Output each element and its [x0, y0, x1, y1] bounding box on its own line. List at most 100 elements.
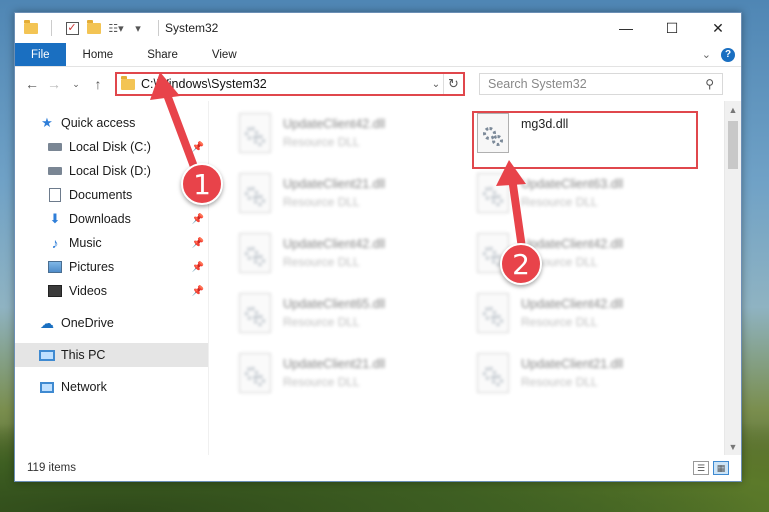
navigation-pane: ★ Quick access Local Disk (C:) 📌 Local D… [15, 101, 209, 455]
chevron-down-icon[interactable]: ⌄ [702, 48, 711, 61]
address-path[interactable]: C:\Windows\System32 [141, 77, 429, 91]
properties-icon[interactable]: ☷▾ [108, 20, 124, 36]
file-item[interactable]: UpdateClient21.dll Resource DLL [239, 173, 459, 229]
nav-item-label: Network [61, 380, 107, 394]
search-input[interactable]: Search System32 ⚲ [479, 73, 723, 95]
refresh-icon[interactable]: ↻ [443, 74, 463, 94]
nav-item-local-disk-d[interactable]: Local Disk (D:) [15, 159, 208, 183]
nav-item-label: OneDrive [61, 316, 114, 330]
dll-file-icon [239, 173, 271, 213]
details-view-icon[interactable]: ☰ [693, 461, 709, 475]
nav-item-documents[interactable]: Documents [15, 183, 208, 207]
title-bar: ✓ ☷▾ ▾ System32 — ☐ ✕ [15, 13, 741, 43]
file-item[interactable]: UpdateClient42.dll Resource DLL [239, 113, 459, 169]
tab-share[interactable]: Share [130, 43, 195, 66]
file-type: Resource DLL [521, 195, 598, 209]
tab-view[interactable]: View [195, 43, 254, 66]
dll-file-icon [239, 233, 271, 273]
back-arrow-icon[interactable]: ← [21, 76, 43, 92]
customize-toolbar-icon[interactable]: ▾ [130, 20, 146, 36]
file-item[interactable]: UpdateClient42.dll Resource DLL [477, 293, 697, 349]
file-list: mg3d.dll UpdateClient42.dll Resource DLL … [209, 101, 724, 455]
tab-home[interactable]: Home [66, 43, 131, 66]
highlight-box [472, 111, 698, 169]
pictures-icon [47, 259, 63, 275]
nav-item-videos[interactable]: Videos 📌 [15, 279, 208, 303]
nav-item-pictures[interactable]: Pictures 📌 [15, 255, 208, 279]
nav-item-label: Documents [69, 188, 133, 202]
this-pc-icon [39, 347, 55, 363]
recent-locations-icon[interactable]: ⌄ [65, 79, 87, 90]
file-type: Resource DLL [283, 375, 360, 389]
file-name: UpdateClient21.dll [521, 357, 624, 371]
nav-item-music[interactable]: ♪ Music 📌 [15, 231, 208, 255]
forward-arrow-icon[interactable]: → [43, 76, 65, 92]
nav-item-label: Pictures [69, 260, 115, 274]
file-item[interactable]: UpdateClient63.dll Resource DLL [477, 173, 697, 229]
maximize-button[interactable]: ☐ [649, 13, 695, 43]
minimize-button[interactable]: — [603, 13, 649, 43]
nav-item-label: Videos [69, 284, 107, 298]
file-type: Resource DLL [521, 315, 598, 329]
file-type: Resource DLL [283, 195, 360, 209]
folder-icon [23, 19, 39, 36]
divider [158, 20, 159, 36]
tab-file[interactable]: File [15, 43, 66, 66]
dll-file-icon [477, 353, 509, 393]
file-type: Resource DLL [283, 315, 360, 329]
large-icons-view-icon[interactable]: ▦ [713, 461, 729, 475]
file-name: UpdateClient21.dll [283, 177, 386, 191]
folder-icon [121, 75, 135, 90]
chevron-down-icon[interactable]: ⌄ [429, 79, 443, 90]
dll-file-icon [239, 113, 271, 153]
nav-item-network[interactable]: Network [15, 375, 208, 399]
new-folder-icon[interactable] [86, 19, 102, 36]
scroll-thumb[interactable] [728, 121, 738, 169]
dll-file-icon [239, 293, 271, 333]
file-item[interactable]: UpdateClient42.dll Resource DLL [239, 233, 459, 289]
file-item[interactable]: UpdateClient21.dll Resource DLL [477, 353, 697, 409]
file-item[interactable]: UpdateClient65.dll Resource DLL [239, 293, 459, 349]
status-bar: 119 items ☰ ▦ [15, 455, 741, 481]
documents-icon [47, 187, 63, 203]
file-explorer-window: ✓ ☷▾ ▾ System32 — ☐ ✕ File Home Share Vi… [14, 12, 742, 482]
file-name: UpdateClient42.dll [521, 297, 624, 311]
file-name: UpdateClient42.dll [283, 117, 386, 131]
up-arrow-icon[interactable]: ↑ [87, 76, 109, 92]
ribbon-tabs: File Home Share View ⌄ ? [15, 43, 741, 67]
nav-item-label: Local Disk (D:) [69, 164, 151, 178]
divider [51, 20, 52, 36]
vertical-scrollbar[interactable]: ▲ ▼ [724, 101, 741, 455]
file-item[interactable]: UpdateClient21.dll Resource DLL [239, 353, 459, 409]
nav-item-label: Quick access [61, 116, 136, 130]
close-button[interactable]: ✕ [695, 13, 741, 43]
nav-item-label: Local Disk (C:) [69, 140, 151, 154]
step-2-badge: 2 [500, 243, 542, 285]
music-icon: ♪ [51, 235, 59, 251]
drive-icon [47, 139, 63, 155]
step-1-badge: 1 [181, 163, 223, 205]
ribbon-right: ⌄ ? [702, 43, 741, 66]
properties-check-icon[interactable]: ✓ [64, 20, 80, 36]
nav-item-quick-access[interactable]: ★ Quick access [15, 111, 208, 135]
nav-item-local-disk-c[interactable]: Local Disk (C:) 📌 [15, 135, 208, 159]
search-icon: ⚲ [705, 77, 714, 91]
pin-icon: 📌 [191, 237, 204, 249]
scroll-up-icon[interactable]: ▲ [725, 101, 741, 118]
item-count: 119 items [27, 462, 77, 474]
address-bar[interactable]: C:\Windows\System32 ⌄ ↻ [115, 72, 465, 96]
file-name: UpdateClient21.dll [283, 357, 386, 371]
nav-item-onedrive[interactable]: ☁ OneDrive [15, 311, 208, 335]
star-icon: ★ [41, 115, 53, 130]
help-icon[interactable]: ? [721, 47, 735, 62]
nav-item-this-pc[interactable]: This PC [15, 343, 208, 367]
onedrive-icon: ☁ [40, 314, 54, 331]
nav-item-downloads[interactable]: ⬇ Downloads 📌 [15, 207, 208, 231]
scroll-down-icon[interactable]: ▼ [725, 438, 741, 455]
pin-icon: 📌 [191, 261, 204, 273]
file-type: Resource DLL [283, 135, 360, 149]
nav-item-label: This PC [61, 348, 106, 362]
